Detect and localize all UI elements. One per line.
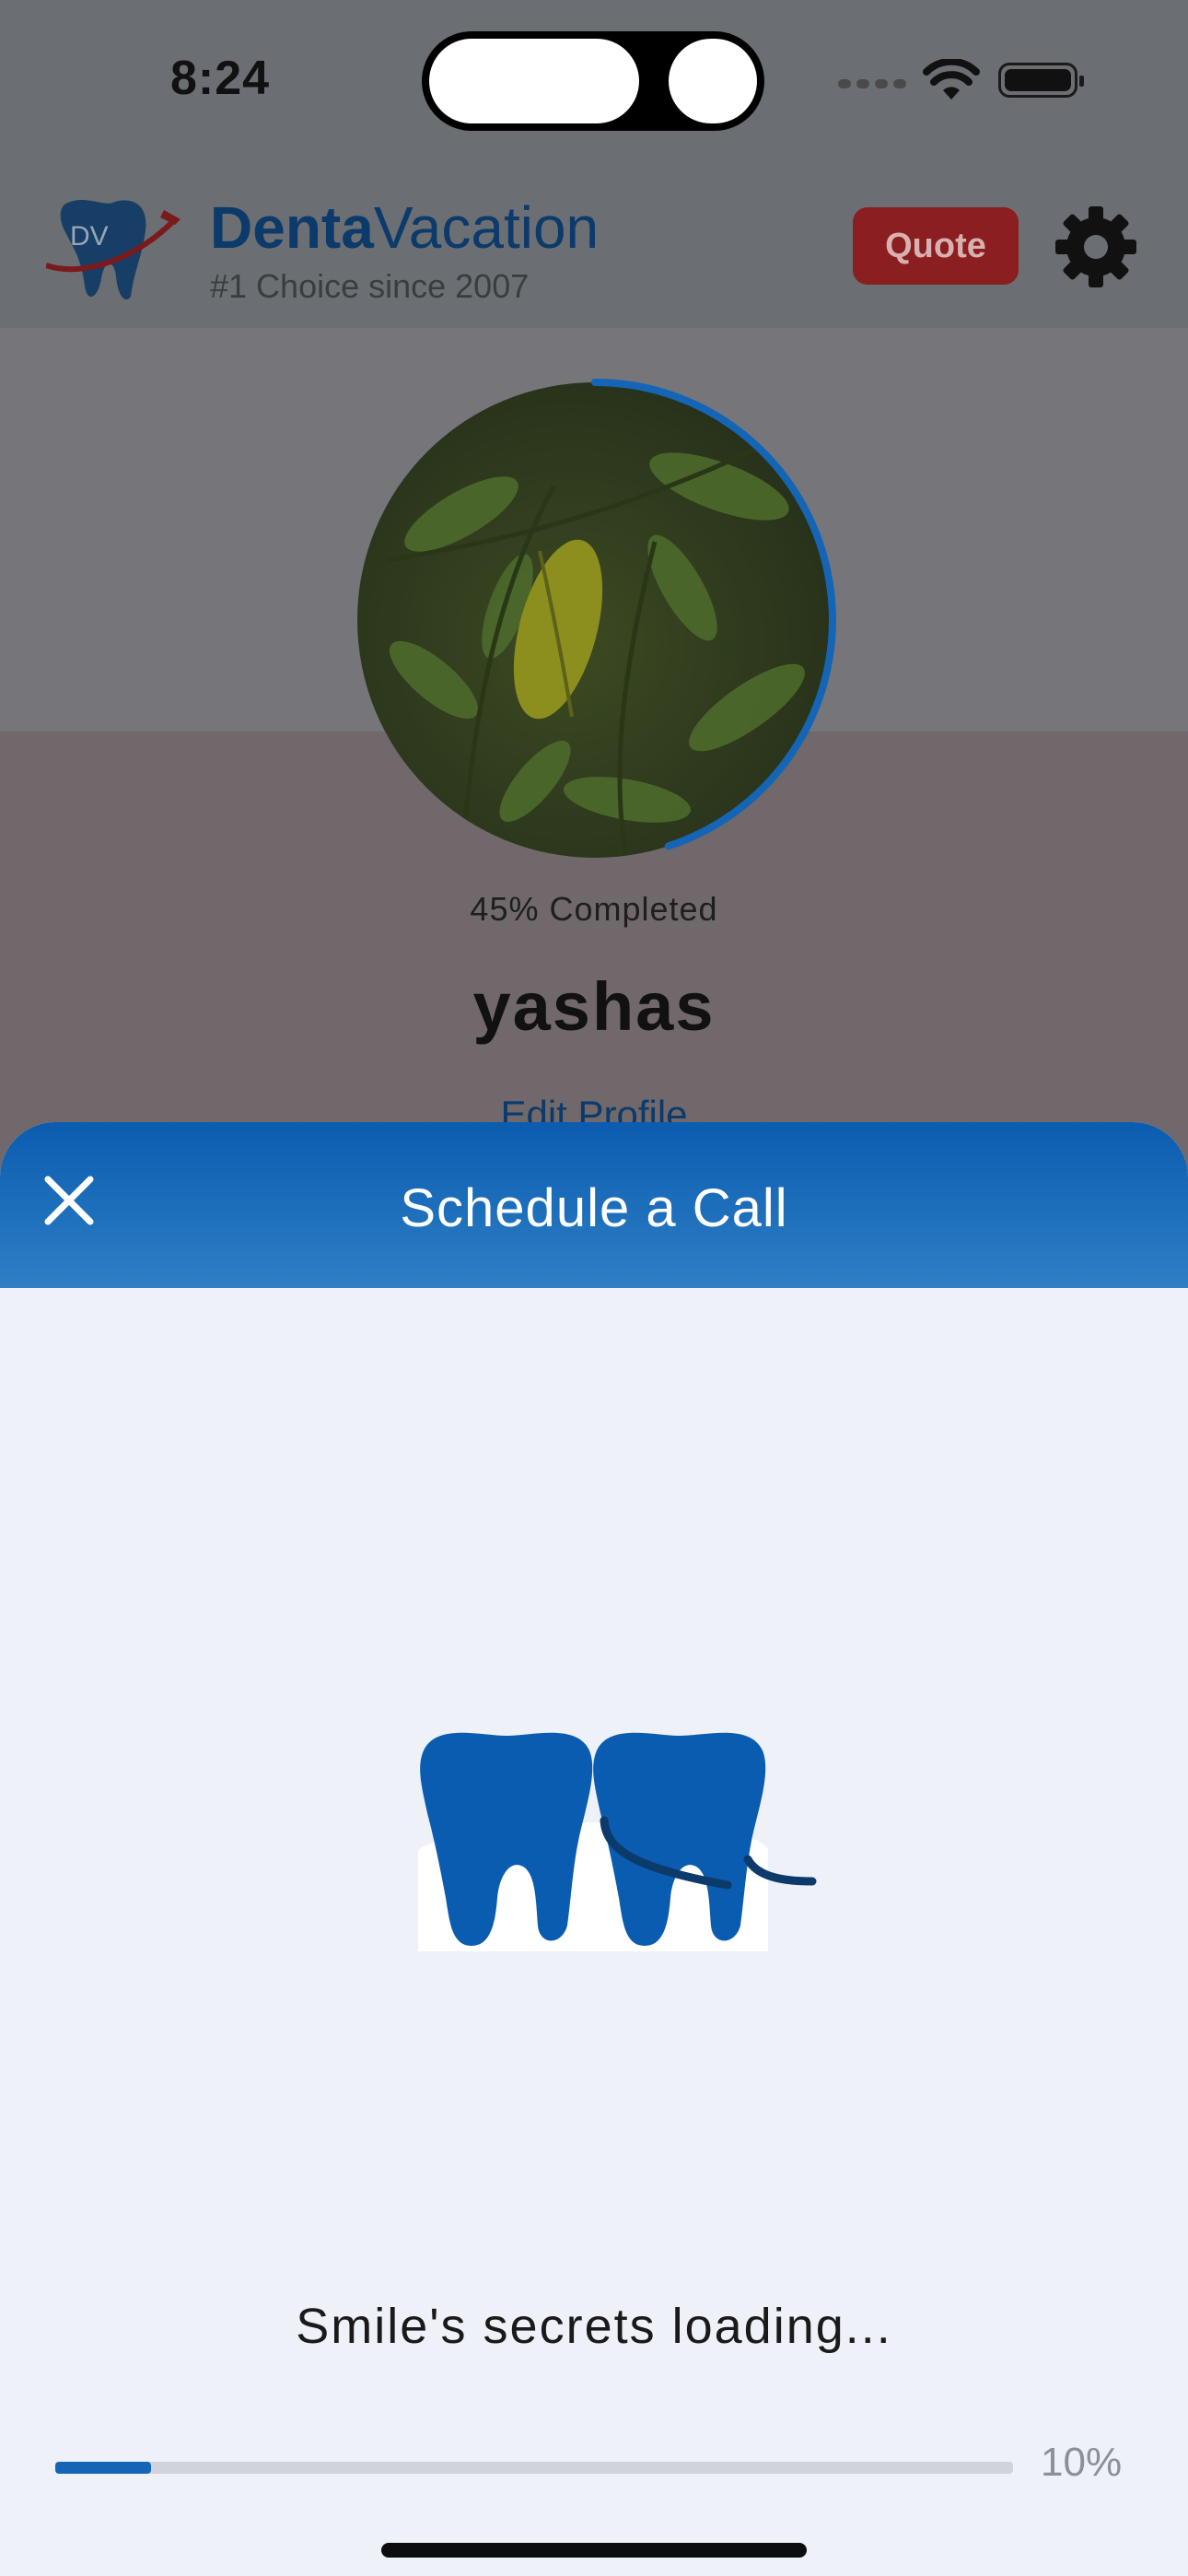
sheet-header: Schedule a Call [0, 1122, 1188, 1288]
home-indicator[interactable] [381, 2543, 807, 2558]
app-header: DV DentaVacation #1 Choice since 2007 Qu… [0, 175, 1188, 328]
loading-progress-track [55, 2462, 1013, 2474]
schedule-call-sheet: Schedule a Call Smile's secrets loading.… [0, 1122, 1188, 2576]
profile-completion-label: 45% Completed [470, 890, 718, 928]
loading-text: Smile's secrets loading... [296, 2299, 892, 2354]
battery-icon [998, 63, 1084, 98]
username: yashas [472, 968, 716, 1045]
sheet-title: Schedule a Call [400, 1178, 788, 1238]
cellular-signal-icon [838, 79, 906, 88]
logo-initials: DV [70, 221, 109, 252]
teeth-floss-icon [418, 1732, 817, 1951]
tagline: #1 Choice since 2007 [210, 267, 530, 305]
loading-progress-percent: 10% [1041, 2440, 1123, 2485]
wifi-icon [923, 59, 980, 100]
loading-progress-fill [55, 2462, 151, 2474]
quote-button[interactable]: Quote [853, 207, 1019, 285]
screen: 8:24 DV DentaVacation #1 Choice since 20… [0, 0, 1188, 2576]
status-bar: 8:24 [0, 0, 1188, 175]
brand-name: DentaVacation [210, 194, 600, 261]
status-time: 8:24 [170, 52, 271, 105]
dynamic-island [422, 31, 764, 131]
profile-avatar[interactable] [351, 376, 839, 864]
app-logo: DV [46, 200, 181, 300]
gear-icon[interactable] [1054, 205, 1138, 289]
